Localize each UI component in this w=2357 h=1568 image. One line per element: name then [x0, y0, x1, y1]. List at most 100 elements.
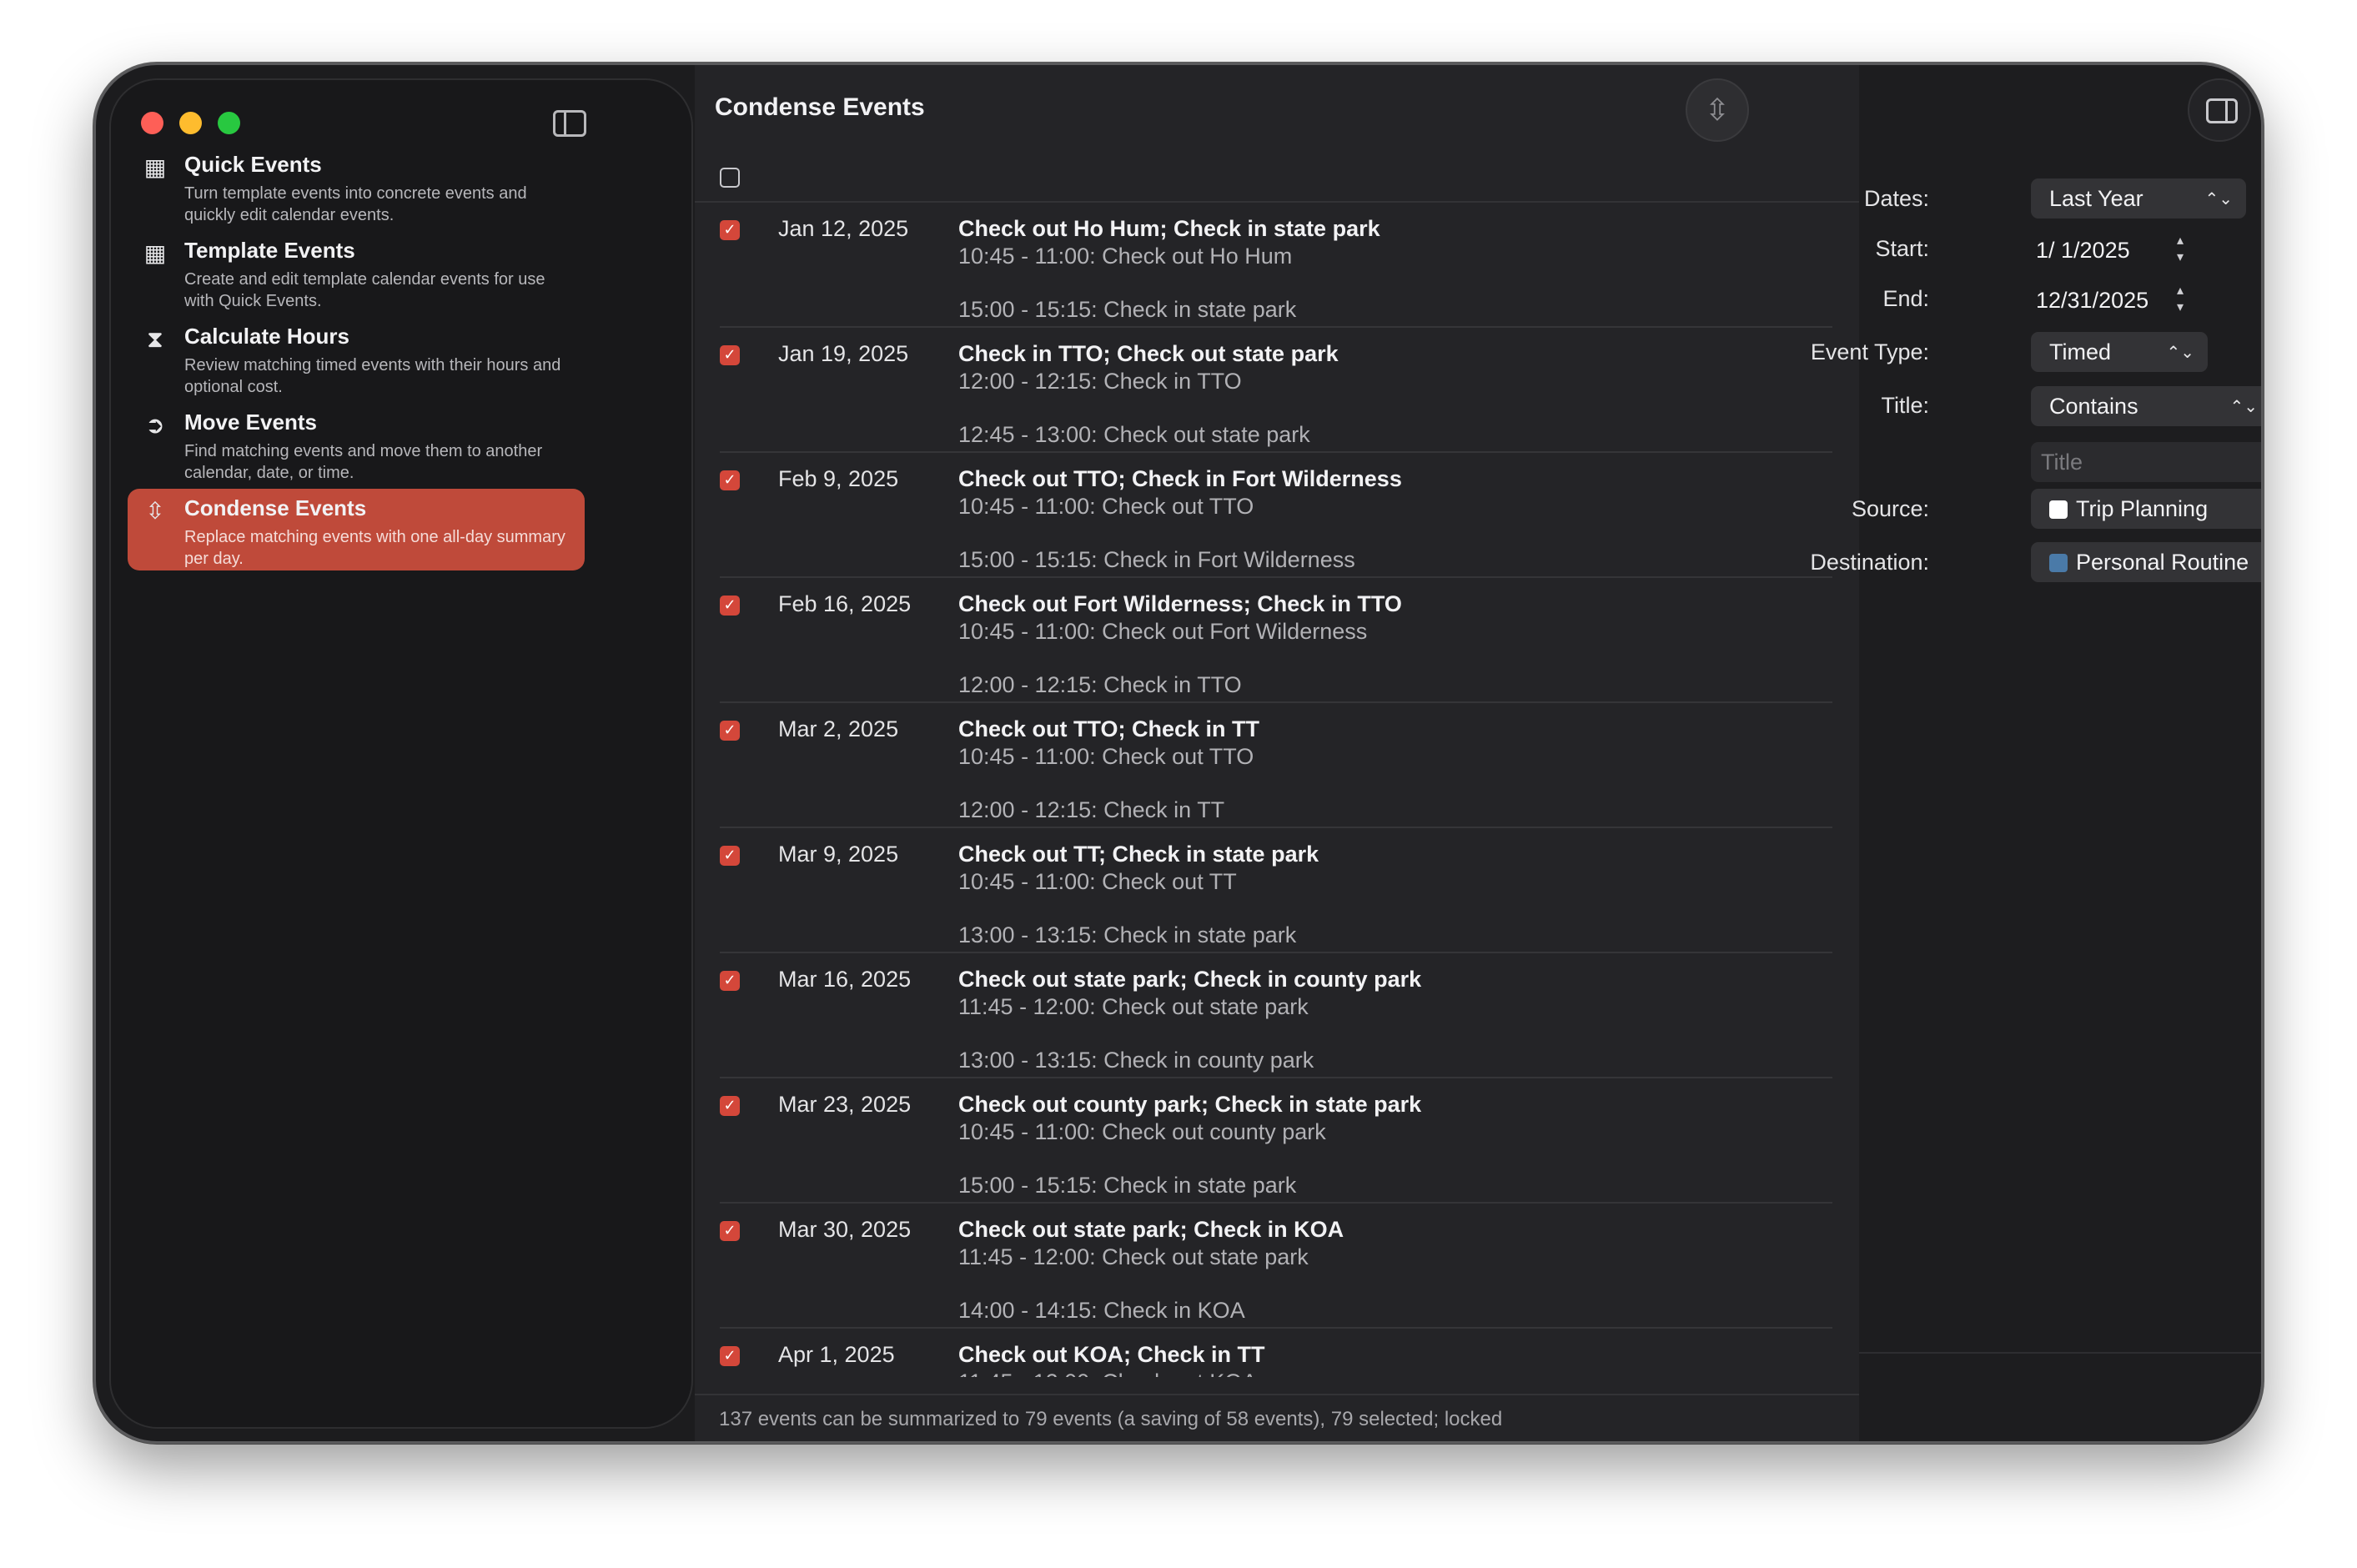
table-row[interactable]: ✓ Mar 9, 2025 Check out TT; Check in sta…	[695, 828, 1859, 953]
arrow-circle-icon: ➲	[145, 411, 165, 439]
zoom-window-button[interactable]	[218, 112, 240, 134]
calendar-badge-icon: ▦	[143, 153, 167, 181]
sidebar-item-title: Condense Events	[184, 495, 367, 520]
row-detail: 15:00 - 15:15: Check in state park	[958, 1173, 1297, 1198]
row-title: Check out KOA; Check in TT	[958, 1342, 1265, 1367]
row-detail: 13:00 - 13:15: Check in county park	[958, 1048, 1314, 1073]
event-type-value: Timed	[2049, 339, 2112, 364]
table-row[interactable]: ✓ Mar 2, 2025 Check out TTO; Check in TT…	[695, 703, 1859, 828]
table-row[interactable]: ✓ Mar 16, 2025 Check out state park; Che…	[695, 953, 1859, 1078]
sidebar-item-description: Replace matching events with one all-day…	[184, 528, 565, 568]
sidebar-item-quick-events[interactable]: ▦ Quick Events Turn template events into…	[128, 145, 585, 227]
row-date: Apr 1, 2025	[778, 1342, 895, 1367]
status-text: 137 events can be summarized to 79 event…	[719, 1408, 1503, 1430]
row-detail: 15:00 - 15:15: Check in Fort Wilderness	[958, 547, 1355, 572]
table-row[interactable]: ✓ Apr 1, 2025 Check out KOA; Check in TT…	[695, 1329, 1859, 1377]
row-detail: 15:00 - 15:15: Check in state park	[958, 297, 1297, 322]
row-date: Mar 23, 2025	[778, 1092, 912, 1117]
row-detail: 10:45 - 11:00: Check out TT	[958, 869, 1237, 894]
sidebar-item-move-events[interactable]: ➲ Move Events Find matching events and m…	[128, 403, 585, 485]
main-content: Condense Events ⇳ ✓ Jan 12, 2025 Check o…	[695, 65, 1859, 1441]
row-checkbox[interactable]: ✓	[720, 971, 740, 991]
row-detail: 11:45 - 12:00: Check out state park	[958, 994, 1309, 1019]
minimize-window-button[interactable]	[179, 112, 202, 134]
row-detail: 10:45 - 11:00: Check out county park	[958, 1119, 1326, 1144]
row-detail: 13:00 - 13:15: Check in state park	[958, 922, 1297, 947]
table-row[interactable]: ✓ Mar 30, 2025 Check out state park; Che…	[695, 1204, 1859, 1329]
row-detail: 10:45 - 11:00: Check out Fort Wilderness	[958, 619, 1368, 644]
row-checkbox[interactable]: ✓	[720, 846, 740, 866]
inspector-panel: Dates: Last Year ⌃⌄ Start: 1/ 1/2025 ▴ ▾ …	[1810, 65, 2261, 1441]
table-row[interactable]: ✓ Mar 23, 2025 Check out county park; Ch…	[695, 1078, 1859, 1204]
source-popup[interactable]: Trip Planning ⌃⌄	[2031, 489, 2261, 529]
row-title: Check out state park; Check in KOA	[958, 1217, 1344, 1242]
title-input[interactable]	[2031, 442, 2261, 482]
chevron-updown-icon: ⌃⌄	[2166, 342, 2194, 362]
sidebar-item-description: Review matching timed events with their …	[184, 356, 561, 396]
chevron-updown-icon: ⌃⌄	[2204, 188, 2233, 209]
row-checkbox[interactable]: ✓	[720, 721, 740, 741]
end-date-stepper[interactable]: ▴ ▾	[2171, 282, 2189, 319]
dates-label: Dates:	[1863, 186, 1929, 211]
sidebar-item-title: Template Events	[184, 238, 355, 263]
app-window: ▦ Quick Events Turn template events into…	[93, 63, 2264, 1444]
row-date: Jan 12, 2025	[778, 216, 909, 241]
start-date-stepper[interactable]: ▴ ▾	[2171, 232, 2189, 269]
event-list: ✓ Jan 12, 2025 Check out Ho Hum; Check i…	[695, 203, 1859, 1377]
table-row[interactable]: ✓ Feb 16, 2025 Check out Fort Wilderness…	[695, 578, 1859, 703]
row-date: Mar 30, 2025	[778, 1217, 912, 1242]
event-type-popup[interactable]: Timed ⌃⌄	[2031, 332, 2208, 372]
sidebar-toggle-icon[interactable]	[553, 110, 586, 137]
divider	[1859, 1352, 2261, 1354]
row-checkbox[interactable]: ✓	[720, 1221, 740, 1241]
table-row[interactable]: ✓ Feb 9, 2025 Check out TTO; Check in Fo…	[695, 453, 1859, 578]
row-title: Check out TT; Check in state park	[958, 842, 1319, 867]
sidebar-item-description: Find matching events and move them to an…	[184, 442, 543, 482]
dates-popup[interactable]: Last Year ⌃⌄	[2031, 178, 2246, 219]
row-detail: 14:00 - 14:15: Check in KOA	[958, 1298, 1245, 1323]
row-date: Jan 19, 2025	[778, 341, 909, 366]
destination-popup[interactable]: Personal Routine ⌃⌄	[2031, 542, 2261, 582]
event-type-label: Event Type:	[1810, 339, 1929, 364]
divider	[695, 1394, 1859, 1395]
row-date: Feb 9, 2025	[778, 466, 899, 491]
sidebar-item-template-events[interactable]: ▦ Template Events Create and edit templa…	[128, 231, 585, 313]
source-label: Source:	[1851, 496, 1929, 521]
sidebar-item-description: Create and edit template calendar events…	[184, 270, 545, 310]
row-title: Check out TTO; Check in TT	[958, 716, 1260, 741]
chevron-updown-icon: ⌃⌄	[2229, 396, 2258, 416]
row-date: Feb 16, 2025	[778, 591, 912, 616]
destination-value: Personal Routine	[2076, 550, 2249, 575]
end-date-field[interactable]: 12/31/2025	[2036, 280, 2148, 320]
sidebar-item-title: Calculate Hours	[184, 324, 349, 349]
row-checkbox[interactable]: ✓	[720, 470, 740, 490]
close-window-button[interactable]	[141, 112, 163, 134]
row-checkbox[interactable]: ✓	[720, 1096, 740, 1116]
row-checkbox[interactable]: ✓	[720, 1346, 740, 1366]
condense-button[interactable]: ⇳	[1686, 78, 1749, 142]
row-date: Mar 9, 2025	[778, 842, 899, 867]
row-detail: 10:45 - 11:00: Check out TTO	[958, 494, 1254, 519]
start-date-field[interactable]: 1/ 1/2025	[2036, 230, 2130, 270]
table-row[interactable]: ✓ Jan 12, 2025 Check out Ho Hum; Check i…	[695, 203, 1859, 328]
row-detail: 12:00 - 12:15: Check in TTO	[958, 672, 1242, 697]
row-checkbox[interactable]: ✓	[720, 220, 740, 240]
sidebar-item-condense-events[interactable]: ⇳ Condense Events Replace matching event…	[128, 489, 585, 570]
inspector-toggle-button[interactable]	[2188, 78, 2251, 142]
row-detail: 12:00 - 12:15: Check in TTO	[958, 369, 1242, 394]
row-detail: 10:45 - 11:00: Check out TTO	[958, 744, 1254, 769]
row-date: Mar 2, 2025	[778, 716, 899, 741]
row-title: Check in TTO; Check out state park	[958, 341, 1339, 366]
destination-color-swatch	[2049, 554, 2068, 572]
select-all-checkbox[interactable]	[720, 168, 740, 188]
title-match-popup[interactable]: Contains ⌃⌄	[2031, 386, 2261, 426]
row-detail: 11:45 - 12:00: Check out state park	[958, 1244, 1309, 1269]
source-color-swatch	[2049, 500, 2068, 519]
table-row[interactable]: ✓ Jan 19, 2025 Check in TTO; Check out s…	[695, 328, 1859, 453]
row-date: Mar 16, 2025	[778, 967, 912, 992]
sidebar: ▦ Quick Events Turn template events into…	[109, 78, 693, 1429]
row-detail: 12:00 - 12:15: Check in TT	[958, 797, 1225, 822]
row-checkbox[interactable]: ✓	[720, 345, 740, 365]
row-checkbox[interactable]: ✓	[720, 596, 740, 616]
sidebar-item-calculate-hours[interactable]: ⧗ Calculate Hours Review matching timed …	[128, 317, 585, 399]
